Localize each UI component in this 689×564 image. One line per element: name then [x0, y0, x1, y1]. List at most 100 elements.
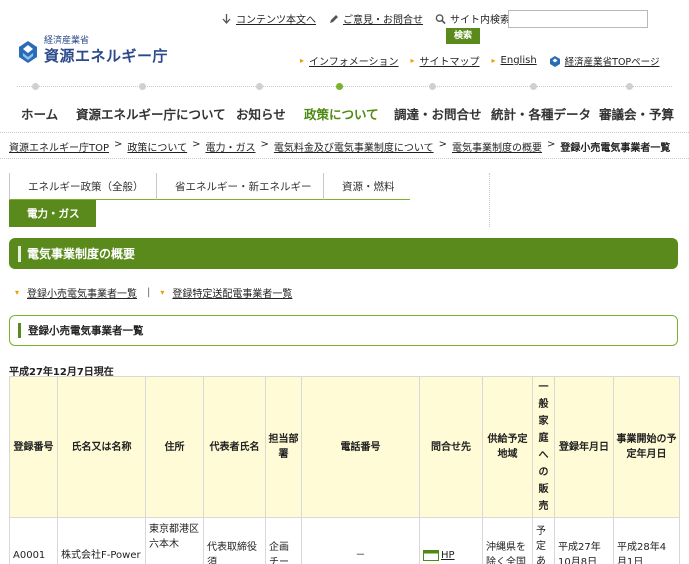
nav-indicator-dots	[0, 83, 689, 90]
tab-energy-policy[interactable]: エネルギー政策（全般）	[9, 173, 156, 200]
opinion-label: ご意見・お問合せ	[343, 15, 423, 26]
meti-top-label: 経済産業省TOPページ	[564, 56, 660, 68]
information-label: インフォメーション	[309, 57, 399, 68]
breadcrumb-divider-top	[0, 132, 689, 133]
category-tabs: エネルギー政策（全般） 省エネルギー・新エネルギー 資源・燃料 電力・ガス	[9, 173, 490, 227]
arrow-down-icon: ▾	[160, 288, 165, 297]
breadcrumb-item[interactable]: 政策について	[127, 139, 187, 154]
nav-dot	[530, 83, 537, 90]
col-header-name: 氏名又は名称	[57, 376, 146, 518]
site-logo[interactable]: 経済産業省 資源エネルギー庁	[17, 36, 168, 65]
retail-list-label: 登録小売電気事業者一覧	[27, 289, 138, 300]
col-header-household: 一般家庭への販売	[532, 376, 555, 518]
meti-top-link[interactable]: 経済産業省TOPページ	[549, 54, 660, 68]
cell-supply-area: 沖縄県を除く全国	[482, 517, 533, 564]
subsection-title: 登録小売電気事業者一覧	[9, 315, 678, 346]
sitemap-link[interactable]: ▸ サイトマップ	[411, 53, 480, 68]
arrow-right-icon: ▸	[491, 56, 496, 65]
sub-links-sep: |	[147, 287, 151, 298]
cell-department: 企画チーム	[265, 517, 302, 564]
nav-dot	[429, 83, 436, 90]
cell-start-date: 平成28年4月1日	[613, 517, 680, 564]
tab-resources-fuel[interactable]: 資源・燃料	[323, 173, 410, 200]
meti-logo-icon	[549, 55, 560, 67]
table-row: A0001 株式会社F-Power 東京都港区六本木 代表取締役 須 企画チーム…	[9, 517, 680, 564]
col-header-representative: 代表者氏名	[203, 376, 266, 518]
retail-operators-table: 登録番号 氏名又は名称 住所 代表者氏名 担当部署 電話番号 問合せ先 供給予定…	[9, 376, 680, 564]
col-header-start-date: 事業開始の予定年月日	[613, 376, 680, 518]
cell-name: 株式会社F-Power	[57, 517, 146, 564]
nav-dot-active	[336, 83, 343, 90]
gnav-statistics[interactable]: 統計・各種データ	[491, 104, 591, 123]
english-link[interactable]: ▸ English	[492, 55, 537, 66]
opinion-link[interactable]: ご意見・お問合せ	[328, 11, 423, 26]
window-icon	[423, 550, 439, 561]
breadcrumb-current: 登録小売電気事業者一覧	[560, 143, 671, 154]
arrow-down-icon: ▾	[15, 288, 20, 297]
col-header-phone: 電話番号	[301, 376, 420, 518]
tab-energy-saving[interactable]: 省エネルギー・新エネルギー	[156, 173, 323, 200]
breadcrumb-item[interactable]: 電力・ガス	[206, 139, 256, 154]
skip-to-content-label: コンテンツ本文へ	[236, 15, 316, 26]
nav-dot	[139, 83, 146, 90]
breadcrumb-item[interactable]: 資源エネルギー庁TOP	[9, 139, 109, 154]
transmission-list-label: 登録特定送配電事業者一覧	[172, 289, 293, 300]
arrow-right-icon: ▸	[300, 56, 305, 65]
breadcrumb-sep: >	[260, 139, 269, 150]
sitemap-label: サイトマップ	[419, 57, 480, 68]
hp-label: HP	[441, 550, 455, 561]
breadcrumb-sep: >	[546, 139, 556, 150]
nav-dot	[256, 83, 263, 90]
col-header-contact: 問合せ先	[419, 376, 483, 518]
pencil-icon	[330, 14, 338, 23]
search-button[interactable]: 検索	[446, 28, 480, 44]
col-header-reg-no: 登録番号	[9, 376, 58, 518]
tab-electricity-gas[interactable]: 電力・ガス	[9, 200, 96, 227]
site-search-input[interactable]	[508, 10, 648, 28]
nav-dot	[626, 83, 633, 90]
cell-reg-no: A0001	[9, 517, 58, 564]
utility-links: ▸ インフォメーション ▸ サイトマップ ▸ English 経済産業省TOPペ…	[300, 53, 671, 68]
cell-address: 東京都港区六本木	[145, 517, 204, 564]
gnav-about[interactable]: 資源エネルギー庁について	[76, 104, 226, 123]
tabs-right-divider	[489, 173, 490, 227]
cell-contact: HP	[419, 517, 483, 564]
utility-bar: コンテンツ本文へ ご意見・お問合せ サイト内検索	[221, 11, 510, 26]
gnav-home[interactable]: ホーム	[21, 104, 58, 123]
gnav-policy[interactable]: 政策について	[304, 104, 379, 123]
breadcrumb-divider-bottom	[0, 158, 689, 159]
arrow-down-icon	[222, 13, 231, 24]
hp-link[interactable]: HP	[423, 548, 455, 563]
breadcrumb-item[interactable]: 電気事業制度の概要	[452, 139, 542, 154]
table-header-row: 登録番号 氏名又は名称 住所 代表者氏名 担当部署 電話番号 問合せ先 供給予定…	[9, 376, 680, 518]
breadcrumb-sep: >	[192, 139, 201, 150]
nav-dot	[32, 83, 39, 90]
search-icon	[435, 13, 446, 24]
gnav-procurement[interactable]: 調達・お問合せ	[394, 104, 482, 123]
sub-links: ▾ 登録小売電気事業者一覧 | ▾ 登録特定送配電事業者一覧	[15, 285, 292, 300]
skip-to-content-link[interactable]: コンテンツ本文へ	[221, 11, 316, 26]
logo-agency-name: 資源エネルギー庁	[44, 47, 169, 65]
col-header-supply-area: 供給予定地域	[482, 376, 533, 518]
gnav-news[interactable]: お知らせ	[236, 104, 286, 123]
breadcrumb-sep: >	[438, 139, 447, 150]
breadcrumb: 資源エネルギー庁TOP > 政策について > 電力・ガス > 電気料金及び電気事…	[9, 139, 670, 154]
breadcrumb-sep: >	[114, 139, 123, 150]
breadcrumb-item[interactable]: 電気料金及び電気事業制度について	[274, 139, 434, 154]
col-header-reg-date: 登録年月日	[554, 376, 614, 518]
cell-representative: 代表取締役 須	[203, 517, 266, 564]
transmission-list-link[interactable]: ▾ 登録特定送配電事業者一覧	[160, 285, 292, 300]
site-search-label: サイト内検索	[450, 15, 510, 26]
section-title: 電気事業制度の概要	[9, 238, 678, 269]
gnav-council[interactable]: 審議会・予算	[599, 104, 674, 123]
retail-list-link[interactable]: ▾ 登録小売電気事業者一覧	[15, 285, 137, 300]
site-search-label-wrap: サイト内検索	[435, 11, 510, 26]
cell-phone: －	[301, 517, 420, 564]
english-label: English	[500, 55, 537, 66]
global-nav: ホーム 資源エネルギー庁について お知らせ 政策について 調達・お問合せ 統計・…	[0, 104, 689, 122]
cell-reg-date: 平成27年10月8日	[554, 517, 614, 564]
col-header-address: 住所	[145, 376, 204, 518]
col-header-department: 担当部署	[265, 376, 302, 518]
logo-ministry-name: 経済産業省	[44, 36, 90, 46]
information-link[interactable]: ▸ インフォメーション	[300, 53, 399, 68]
